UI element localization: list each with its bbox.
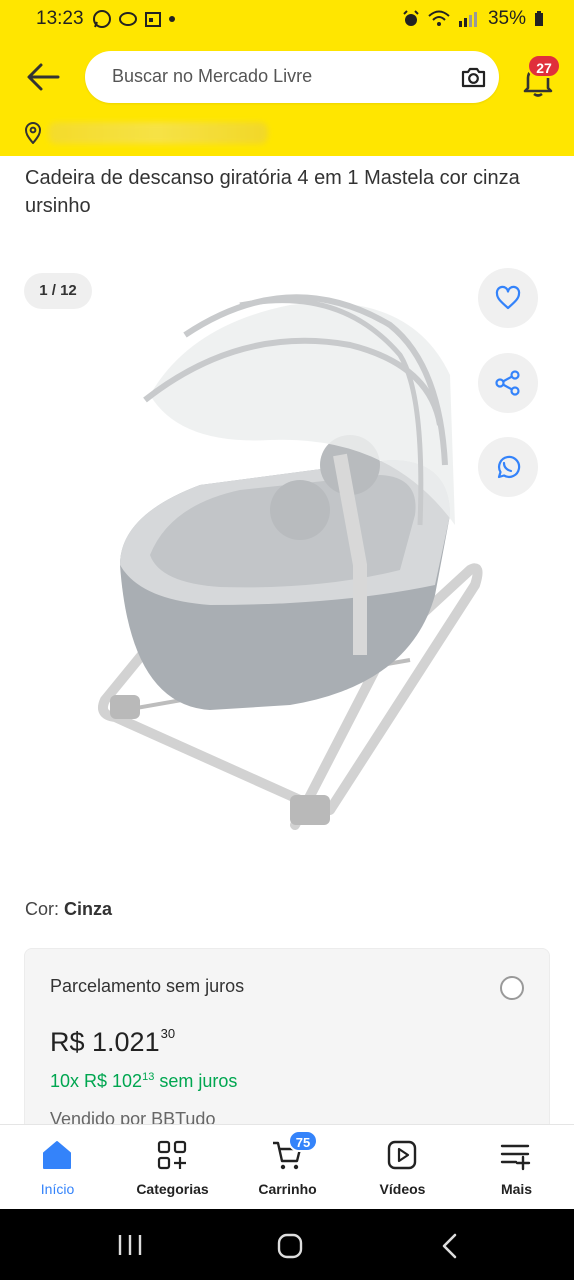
location-address-blurred[interactable] bbox=[48, 122, 268, 144]
status-bar: 13:23 35% bbox=[0, 0, 574, 40]
battery-icon bbox=[535, 11, 543, 26]
whatsapp-icon bbox=[497, 455, 521, 479]
gallery-counter: 1 / 12 bbox=[24, 273, 92, 309]
installments-text: 10x R$ 10213 sem juros bbox=[50, 1071, 237, 1092]
installment-option-card[interactable]: Parcelamento sem juros R$ 1.02130 10x R$… bbox=[24, 948, 550, 1148]
color-value: Cinza bbox=[64, 899, 113, 919]
installments-prefix: 10x R$ 102 bbox=[50, 1071, 143, 1091]
status-time: 13:23 bbox=[36, 8, 84, 29]
status-notification-icons bbox=[92, 9, 176, 29]
notification-badge: 27 bbox=[527, 54, 561, 78]
price: R$ 1.02130 bbox=[50, 1026, 175, 1058]
heart-icon bbox=[495, 285, 521, 310]
video-icon bbox=[387, 1140, 417, 1170]
battery-level: 35% bbox=[487, 8, 526, 29]
search-bar[interactable]: Buscar no Mercado Livre bbox=[85, 51, 499, 103]
wifi-icon bbox=[428, 10, 450, 26]
alarm-icon bbox=[403, 10, 419, 26]
share-icon bbox=[495, 370, 520, 396]
status-system-icons: 35% bbox=[402, 8, 544, 30]
nav-label-categorias: Categorias bbox=[136, 1181, 209, 1197]
home-icon bbox=[43, 1141, 71, 1169]
app-header: 13:23 35% Buscar no Mercado Livre 27 bbox=[0, 0, 574, 156]
system-navigation-bar bbox=[0, 1209, 574, 1280]
installment-heading: Parcelamento sem juros bbox=[50, 976, 245, 996]
app-notification-icon bbox=[119, 12, 137, 26]
signal-icon bbox=[458, 12, 477, 27]
price-main: R$ 1.021 bbox=[50, 1027, 160, 1057]
product-title: Cadeira de descanso giratória 4 em 1 Mas… bbox=[25, 167, 520, 217]
price-cents: 30 bbox=[160, 1026, 176, 1041]
nav-item-inicio[interactable]: Início bbox=[0, 1125, 115, 1210]
nav-label-inicio: Início bbox=[40, 1181, 75, 1197]
color-label: Cor: bbox=[25, 899, 60, 919]
nav-item-videos[interactable]: Vídeos bbox=[345, 1125, 460, 1210]
nav-label-mais: Mais bbox=[500, 1181, 533, 1197]
nav-item-mais[interactable]: Mais bbox=[459, 1125, 574, 1210]
system-back-icon[interactable] bbox=[440, 1233, 460, 1259]
nav-item-categorias[interactable]: Categorias bbox=[115, 1125, 230, 1210]
camera-icon[interactable] bbox=[460, 64, 487, 91]
bottom-nav: Início Categorias 75 Carrinho Vídeos Mai… bbox=[0, 1124, 574, 1209]
home-button-icon[interactable] bbox=[277, 1233, 303, 1259]
menu-plus-icon bbox=[500, 1144, 531, 1171]
location-pin-icon[interactable] bbox=[24, 122, 42, 144]
recent-apps-icon[interactable] bbox=[117, 1233, 143, 1257]
nav-item-carrinho[interactable]: 75 Carrinho bbox=[230, 1125, 345, 1210]
back-arrow-icon[interactable] bbox=[24, 58, 62, 96]
product-image[interactable] bbox=[90, 265, 490, 855]
color-selection: Cor: Cinza bbox=[25, 899, 112, 920]
installments-cents: 13 bbox=[142, 1071, 155, 1083]
categories-icon bbox=[157, 1140, 187, 1170]
calendar-icon bbox=[145, 12, 161, 27]
installment-radio[interactable] bbox=[500, 976, 524, 1000]
nav-label-videos: Vídeos bbox=[379, 1181, 426, 1197]
cart-count-badge: 75 bbox=[288, 1130, 318, 1152]
whatsapp-icon bbox=[93, 10, 111, 28]
nav-label-carrinho: Carrinho bbox=[258, 1181, 317, 1197]
dot-icon bbox=[169, 16, 175, 22]
installments-suffix: sem juros bbox=[154, 1071, 238, 1091]
search-input[interactable]: Buscar no Mercado Livre bbox=[112, 66, 312, 87]
